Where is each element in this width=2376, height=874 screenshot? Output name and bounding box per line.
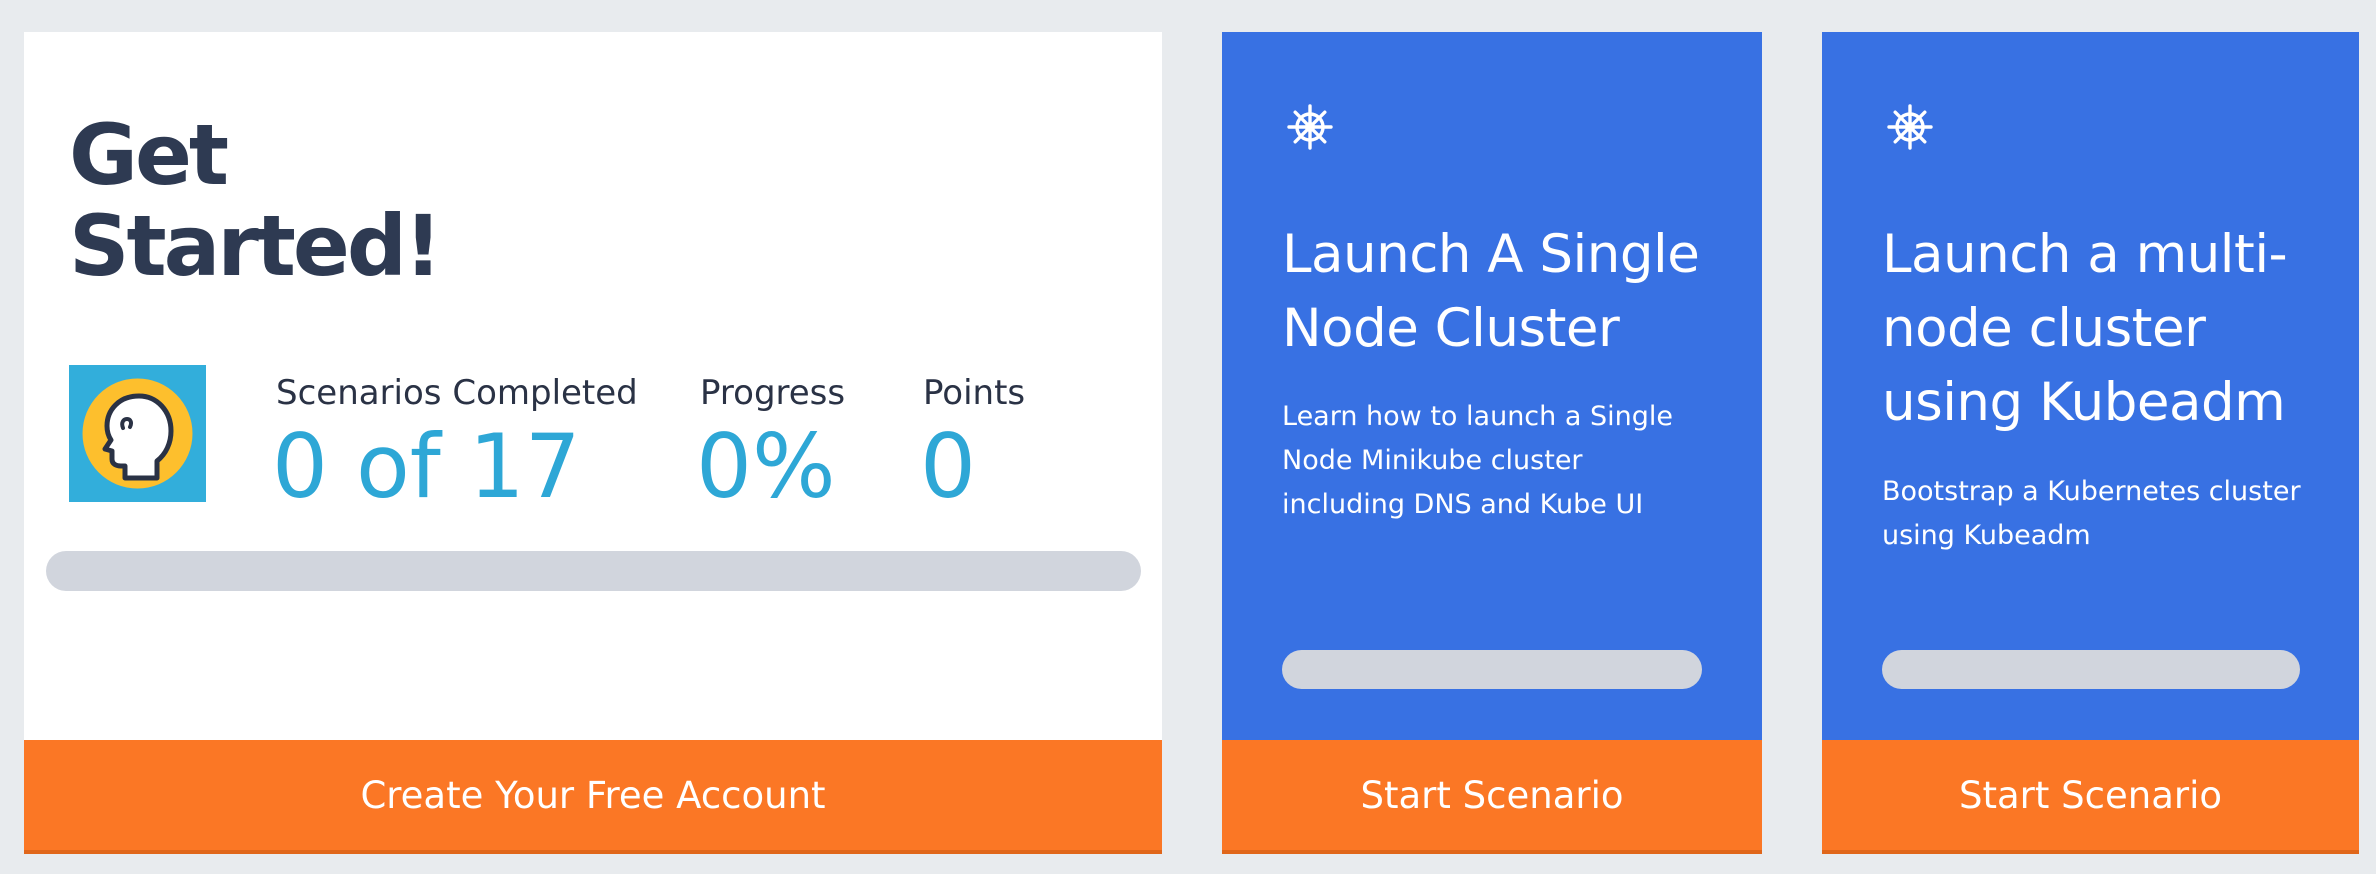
overall-progress-bar: [46, 551, 1141, 591]
stat-value-progress: 0%: [696, 415, 836, 518]
stat-label-points: Points: [923, 373, 1026, 413]
start-scenario-button[interactable]: Start Scenario: [1822, 740, 2359, 854]
stat-value-points: 0: [920, 415, 976, 518]
stat-label-scenarios: Scenarios Completed: [276, 373, 638, 413]
head-profile-icon: [69, 365, 206, 502]
scenario-progress-bar: [1282, 650, 1702, 689]
scenario-card-single-node[interactable]: Launch A Single Node Cluster Learn how t…: [1222, 32, 1762, 854]
scenario-description: Bootstrap a Kubernetes cluster using Kub…: [1882, 476, 2301, 551]
create-account-button[interactable]: Create Your Free Account: [24, 740, 1162, 854]
kubernetes-helm-icon: [1886, 103, 1934, 151]
scenario-card-kubeadm[interactable]: Launch a multi-node cluster using Kubead…: [1822, 32, 2359, 854]
stat-label-progress: Progress: [700, 373, 846, 413]
start-scenario-button[interactable]: Start Scenario: [1222, 740, 1762, 854]
stat-value-scenarios: 0 of 17: [272, 415, 581, 518]
scenario-progress-bar: [1882, 650, 2300, 689]
scenario-title: Launch A Single Node Cluster: [1282, 224, 1700, 359]
get-started-card: Get Started! Scenarios Completed 0 of 17…: [24, 32, 1162, 854]
get-started-title: Get Started!: [69, 106, 442, 295]
scenario-description: Learn how to launch a Single Node Miniku…: [1282, 401, 1673, 520]
scenario-title: Launch a multi-node cluster using Kubead…: [1882, 224, 2288, 433]
kubernetes-helm-icon: [1286, 103, 1334, 151]
